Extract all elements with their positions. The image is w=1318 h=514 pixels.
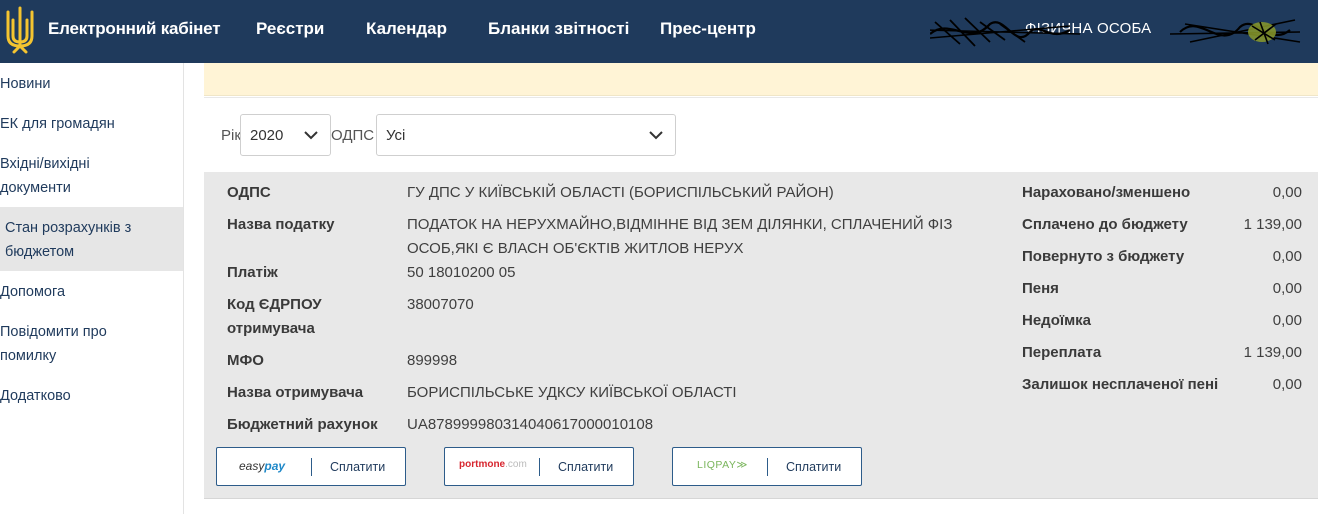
top-header: Електронний кабінет Реєстри Календар Бла… <box>0 0 1318 63</box>
year-label: Рік <box>221 127 241 144</box>
nav-registers[interactable]: Реєстри <box>256 19 324 39</box>
liqpay-logo: LIQPAY≫ <box>697 459 748 471</box>
tax-name-value-line2: ОСОБ,ЯКІ Є ВЛАСН ОБ'ЄКТІВ ЖИТЛОВ НЕРУХ <box>407 240 744 257</box>
sidebar-item-label: Новини <box>0 76 51 92</box>
edrpou-value: 38007070 <box>407 296 474 313</box>
divider <box>311 458 312 476</box>
summary-label: Залишок несплаченої пені <box>1022 376 1219 393</box>
recipient-key: Назва отримувача <box>227 384 364 401</box>
sidebar-item-budget-settlements[interactable]: Стан розрахунків з бюджетом <box>0 207 183 271</box>
summary-label: Сплачено до бюджету <box>1022 216 1188 233</box>
redacted-scribble-icon <box>930 17 1301 47</box>
sidebar-item-additional[interactable]: Додатково <box>0 384 183 408</box>
summary-value: 0,00 <box>1272 248 1302 265</box>
user-menu[interactable]: ФІЗИЧНА ОСОБА <box>930 12 1310 52</box>
sidebar-item-label: Допомога <box>0 284 66 300</box>
odps-key: ОДПС <box>227 184 271 201</box>
sidebar-item-documents[interactable]: Вхідні/вихідні документи <box>0 152 183 200</box>
sidebar-item-label: бюджетом <box>5 244 75 260</box>
sidebar-item-report-error[interactable]: Повідомити про помилку <box>0 320 183 368</box>
summary-label: Повернуто з бюджету <box>1022 248 1185 265</box>
summary-value: 0,00 <box>1272 184 1302 201</box>
budget-account-key: Бюджетний рахунок <box>227 416 378 433</box>
payment-key: Платіж <box>227 264 278 281</box>
budget-account-value: UA878999980314040617000010108 <box>407 416 654 433</box>
pay-button-label: Сплатити <box>558 460 614 474</box>
sidebar: Новини ЕК для громадян Вхідні/вихідні до… <box>0 63 184 514</box>
year-select-value: 2020 <box>250 127 284 144</box>
tax-name-key: Назва податку <box>227 216 335 233</box>
sidebar-item-label: Додатково <box>0 388 71 404</box>
divider <box>767 458 768 476</box>
chevron-down-icon <box>304 131 318 140</box>
odps-label: ОДПС <box>331 127 375 144</box>
recipient-value: БОРИСПІЛЬСЬКЕ УДКСУ КИЇВСЬКОЇ ОБЛАСТІ <box>407 384 737 401</box>
sidebar-item-help[interactable]: Допомога <box>0 280 183 304</box>
summary-label: Нараховано/зменшено <box>1022 184 1191 201</box>
pay-button-label: Сплатити <box>330 460 386 474</box>
mfo-key: МФО <box>227 352 264 369</box>
summary-label: Пеня <box>1022 280 1059 297</box>
sidebar-item-label: Вхідні/вихідні <box>0 156 90 172</box>
app-title[interactable]: Електронний кабінет <box>48 19 221 39</box>
summary-label: Недоїмка <box>1022 312 1092 329</box>
nav-calendar[interactable]: Календар <box>366 19 447 39</box>
sidebar-item-label: документи <box>0 180 71 196</box>
sidebar-item-label: ЕК для громадян <box>0 116 115 132</box>
tax-name-value-line1: ПОДАТОК НА НЕРУХМАЙНО,ВІДМІННЕ ВІД ЗЕМ Д… <box>407 216 953 233</box>
nav-report-forms[interactable]: Бланки звітності <box>488 19 629 39</box>
odps-select-value: Усі <box>386 127 406 144</box>
summary-value: 0,00 <box>1272 376 1302 393</box>
payment-value: 50 18010200 05 <box>407 264 516 281</box>
sidebar-item-label: помилку <box>0 348 57 364</box>
easypay-logo: easypay <box>239 459 286 473</box>
mfo-value: 899998 <box>407 352 458 369</box>
trident-logo-icon[interactable] <box>4 6 36 54</box>
edrpou-key-line2: отримувача <box>227 320 315 337</box>
odps-value: ГУ ДПС У КИЇВСЬКІЙ ОБЛАСТІ (БОРИСПІЛЬСЬК… <box>407 184 834 201</box>
summary-label: Переплата <box>1022 344 1102 361</box>
portmone-logo: portmone.com <box>459 459 527 470</box>
notice-bar <box>204 63 1318 96</box>
sidebar-item-label: Повідомити про <box>0 324 107 340</box>
summary-value: 1 139,00 <box>1243 344 1302 361</box>
year-select[interactable]: 2020 <box>240 114 331 156</box>
divider <box>539 458 540 476</box>
sidebar-item-ek-citizens[interactable]: ЕК для громадян <box>0 112 183 136</box>
pay-button-label: Сплатити <box>786 460 842 474</box>
chevron-down-icon <box>649 131 663 140</box>
summary-value: 0,00 <box>1272 312 1302 329</box>
nav-press-center[interactable]: Прес-центр <box>660 19 756 39</box>
edrpou-key-line1: Код ЄДРПОУ <box>227 296 322 313</box>
filters-bar: Рік 2020 ОДПС Усі <box>204 97 1318 172</box>
sidebar-item-label: Стан розрахунків з <box>5 220 132 236</box>
summary-value: 1 139,00 <box>1243 216 1302 233</box>
portmone-pay-button[interactable]: portmone.com Сплатити <box>444 447 634 486</box>
liqpay-pay-button[interactable]: LIQPAY≫ Сплатити <box>672 447 862 486</box>
settlement-details-panel: ОДПС ГУ ДПС У КИЇВСЬКІЙ ОБЛАСТІ (БОРИСПІ… <box>204 172 1318 499</box>
sidebar-item-news[interactable]: Новини <box>0 72 183 96</box>
odps-select[interactable]: Усі <box>376 114 676 156</box>
summary-value: 0,00 <box>1272 280 1302 297</box>
easypay-pay-button[interactable]: easypay Сплатити <box>216 447 406 486</box>
